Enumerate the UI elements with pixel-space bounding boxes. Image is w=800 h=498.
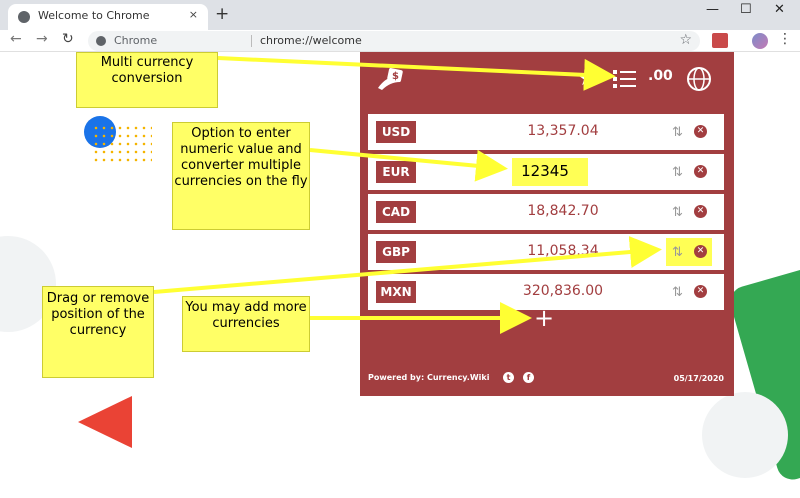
window-close-button[interactable]: ✕ bbox=[774, 2, 785, 17]
remove-currency-icon[interactable]: ✕ bbox=[694, 205, 707, 218]
decor-grey-circle-right bbox=[702, 392, 788, 478]
tab-welcome[interactable]: Welcome to Chrome × bbox=[8, 4, 208, 30]
favorites-star-icon[interactable]: ★ bbox=[578, 66, 596, 90]
forward-button[interactable]: → bbox=[36, 31, 48, 47]
currency-code: GBP bbox=[376, 241, 416, 263]
tab-close-icon[interactable]: × bbox=[189, 8, 198, 21]
decor-yellow-dots bbox=[92, 124, 152, 164]
omnibox-label: Chrome bbox=[114, 34, 158, 47]
chrome-page-icon bbox=[96, 36, 106, 46]
address-bar[interactable]: Chrome chrome://welcome ☆ bbox=[88, 31, 700, 51]
remove-currency-icon[interactable]: ✕ bbox=[694, 285, 707, 298]
drag-handle-icon[interactable]: ⇅ bbox=[672, 165, 683, 180]
currency-row: GBP 11,058.34 ⇅ ✕ bbox=[368, 234, 724, 270]
omnibox-url[interactable]: chrome://welcome bbox=[260, 34, 362, 47]
currency-code: EUR bbox=[376, 161, 416, 183]
chrome-menu-icon[interactable]: ⋮ bbox=[778, 31, 792, 47]
callout-add-more: You may add more currencies bbox=[182, 296, 310, 352]
facebook-icon[interactable]: f bbox=[523, 372, 534, 383]
currency-code: USD bbox=[376, 121, 416, 143]
currency-row: CAD 18,842.70 ⇅ ✕ bbox=[368, 194, 724, 230]
decimal-places-button[interactable]: .00 bbox=[648, 68, 673, 84]
chrome-favicon-icon bbox=[18, 11, 30, 23]
remove-currency-icon[interactable]: ✕ bbox=[694, 245, 707, 258]
minimize-button[interactable]: — bbox=[706, 2, 719, 17]
currency-code: CAD bbox=[376, 201, 416, 223]
callout-drag-remove: Drag or remove position of the currency bbox=[42, 286, 154, 378]
currency-amount-input[interactable]: 12345 bbox=[512, 162, 578, 180]
browser-toolbar: ← → ↻ Chrome chrome://welcome ☆ ⋮ bbox=[0, 30, 800, 52]
screen: Welcome to Chrome × + — ☐ ✕ ← → ↻ Chrome… bbox=[0, 0, 800, 498]
rates-date: 05/17/2020 bbox=[673, 374, 724, 383]
callout-multi-currency: Multi currency conversion bbox=[76, 52, 218, 108]
currency-code: MXN bbox=[376, 281, 416, 303]
tab-title: Welcome to Chrome bbox=[38, 9, 150, 22]
reload-button[interactable]: ↻ bbox=[62, 31, 74, 47]
currency-row: USD 13,357.04 ⇅ ✕ bbox=[368, 114, 724, 150]
currency-extension-popup: $ ★ .00 USD 13,357.04 ⇅ ✕ EUR 12345 ⇅ ✕ bbox=[360, 52, 734, 396]
maximize-button[interactable]: ☐ bbox=[740, 2, 752, 17]
svg-text:$: $ bbox=[392, 71, 399, 82]
drag-handle-icon[interactable]: ⇅ bbox=[672, 285, 683, 300]
twitter-icon[interactable]: t bbox=[503, 372, 514, 383]
back-button[interactable]: ← bbox=[10, 31, 22, 47]
currency-wiki-logo-icon: $ bbox=[378, 68, 403, 90]
currency-list-icon[interactable] bbox=[612, 68, 638, 90]
profile-avatar[interactable] bbox=[752, 33, 768, 49]
drag-handle-icon[interactable]: ⇅ bbox=[672, 125, 683, 140]
bookmark-star-icon[interactable]: ☆ bbox=[679, 32, 692, 48]
drag-handle-icon[interactable]: ⇅ bbox=[672, 245, 683, 260]
remove-currency-icon[interactable]: ✕ bbox=[694, 165, 707, 178]
tab-strip: Welcome to Chrome × + — ☐ ✕ bbox=[0, 0, 800, 30]
currency-row: EUR 12345 ⇅ ✕ bbox=[368, 154, 724, 190]
currency-amount-input[interactable]: 13,357.04 bbox=[468, 123, 658, 139]
powered-by-text[interactable]: Powered by: Currency.Wiki bbox=[368, 373, 489, 382]
add-currency-button[interactable]: + bbox=[534, 304, 554, 332]
currency-extension-icon[interactable] bbox=[712, 33, 728, 48]
decor-red-triangle bbox=[78, 396, 132, 448]
currency-amount-input[interactable]: 320,836.00 bbox=[468, 283, 658, 299]
callout-enter-value: Option to enter numeric value and conver… bbox=[172, 122, 310, 230]
currency-amount-input[interactable]: 11,058.34 bbox=[468, 243, 658, 259]
drag-handle-icon[interactable]: ⇅ bbox=[672, 205, 683, 220]
globe-icon[interactable] bbox=[686, 66, 712, 92]
currency-amount-input[interactable]: 18,842.70 bbox=[468, 203, 658, 219]
remove-currency-icon[interactable]: ✕ bbox=[694, 125, 707, 138]
new-tab-button[interactable]: + bbox=[215, 4, 229, 24]
omnibox-divider bbox=[251, 35, 252, 47]
